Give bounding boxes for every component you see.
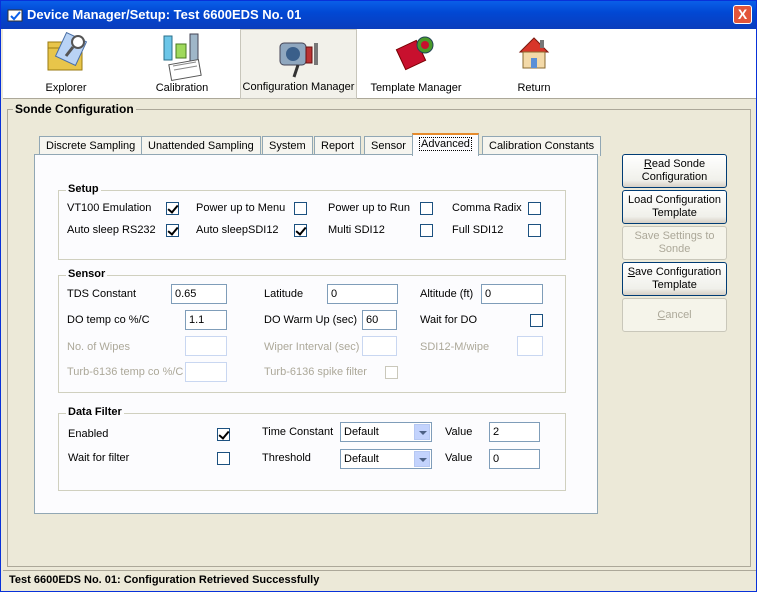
threshold-value-label: Value <box>445 452 473 464</box>
sdi12-m-wipe-label: SDI12-M/wipe <box>420 341 490 353</box>
full-sdi12-label: Full SDI12 <box>452 224 504 236</box>
tab-unattended-sampling[interactable]: Unattended Sampling <box>141 136 261 156</box>
return-icon <box>518 37 550 69</box>
toolbar-explorer-label: Explorer <box>45 82 87 94</box>
toolbar-configuration-manager[interactable]: Configuration Manager <box>240 29 357 99</box>
device-manager-window: Device Manager/Setup: Test 6600EDS No. 0… <box>0 0 757 592</box>
chevron-down-icon[interactable] <box>414 424 430 440</box>
wiper-interval-label: Wiper Interval (sec) <box>264 341 360 353</box>
close-button[interactable]: X <box>733 5 752 24</box>
turb-spike-filter-checkbox[interactable] <box>385 366 398 379</box>
toolbar: Explorer Calibration Configuration Manag… <box>3 29 756 99</box>
threshold-value-input[interactable] <box>489 449 540 469</box>
tab-report[interactable]: Report <box>314 136 362 156</box>
auto-sleep-rs232-checkbox[interactable] <box>166 224 179 237</box>
app-icon <box>7 9 23 22</box>
threshold-label: Threshold <box>262 452 311 464</box>
tab-advanced[interactable]: Advanced <box>412 133 479 156</box>
toolbar-explorer[interactable]: Explorer <box>11 29 121 99</box>
latitude-label: Latitude <box>264 288 304 300</box>
read-sonde-configuration-button[interactable]: Read Sonde Configuration <box>622 154 727 188</box>
tab-discrete-sampling[interactable]: Discrete Sampling <box>39 136 143 156</box>
power-up-run-label: Power up to Run <box>328 202 410 214</box>
window-title: Device Manager/Setup: Test 6600EDS No. 0… <box>27 7 302 22</box>
wiper-interval-input[interactable] <box>362 336 397 356</box>
tds-constant-label: TDS Constant <box>67 288 137 300</box>
vt100-emulation-checkbox[interactable] <box>166 202 179 215</box>
full-sdi12-checkbox[interactable] <box>528 224 541 237</box>
save-settings-to-sonde-button[interactable]: Save Settings to Sonde <box>622 226 727 260</box>
configuration-manager-icon <box>279 42 318 78</box>
power-up-menu-checkbox[interactable] <box>294 202 307 215</box>
toolbar-return[interactable]: Return <box>479 29 589 99</box>
do-temp-co-label: DO temp co %/C <box>67 314 150 326</box>
no-of-wipes-label: No. of Wipes <box>67 341 130 353</box>
toolbar-template-manager-label: Template Manager <box>370 82 462 94</box>
toolbar-template-manager[interactable]: Template Manager <box>361 29 471 99</box>
chevron-down-icon[interactable] <box>414 451 430 467</box>
setup-group-title: Setup <box>66 183 101 195</box>
toolbar-configuration-manager-label: Configuration Manager <box>242 81 355 93</box>
tab-system[interactable]: System <box>262 136 313 156</box>
filter-enabled-checkbox[interactable] <box>217 428 230 441</box>
time-constant-value-label: Value <box>445 426 473 438</box>
turb-temp-co-label: Turb-6136 temp co %/C <box>67 366 184 378</box>
altitude-label: Altitude (ft) <box>420 288 474 300</box>
status-bar: Test 6600EDS No. 01: Configuration Retri… <box>3 570 756 590</box>
template-manager-icon <box>395 36 434 71</box>
tab-sensor[interactable]: Sensor <box>364 136 413 156</box>
explorer-icon <box>47 32 88 71</box>
time-constant-value-input[interactable] <box>489 422 540 442</box>
turb-spike-filter-label: Turb-6136 spike filter <box>264 366 367 378</box>
do-warm-up-label: DO Warm Up (sec) <box>264 314 358 326</box>
multi-sdi12-label: Multi SDI12 <box>328 224 385 236</box>
time-constant-value: Default <box>344 426 379 438</box>
sonde-configuration-title: Sonde Configuration <box>13 102 136 116</box>
latitude-input[interactable] <box>327 284 398 304</box>
data-filter-group-title: Data Filter <box>66 406 124 418</box>
load-configuration-template-button[interactable]: Load Configuration Template <box>622 190 727 224</box>
threshold-select[interactable]: Default <box>340 449 432 469</box>
cancel-button[interactable]: Cancel <box>622 298 727 332</box>
sensor-group-title: Sensor <box>66 268 108 280</box>
comma-radix-checkbox[interactable] <box>528 202 541 215</box>
auto-sleep-rs232-label: Auto sleep RS232 <box>67 224 156 236</box>
wait-for-filter-label: Wait for filter <box>68 452 130 464</box>
turb-temp-co-input[interactable] <box>185 362 227 382</box>
tds-constant-input[interactable] <box>171 284 227 304</box>
wait-for-do-label: Wait for DO <box>420 314 478 326</box>
tab-calibration-constants[interactable]: Calibration Constants <box>482 136 602 156</box>
wait-for-do-checkbox[interactable] <box>530 314 543 327</box>
altitude-input[interactable] <box>481 284 543 304</box>
time-constant-label: Time Constant <box>262 426 334 438</box>
do-temp-co-input[interactable] <box>185 310 227 330</box>
toolbar-calibration-label: Calibration <box>155 82 209 94</box>
wait-for-filter-checkbox[interactable] <box>217 452 230 465</box>
power-up-menu-label: Power up to Menu <box>196 202 286 214</box>
toolbar-calibration[interactable]: Calibration <box>127 29 237 99</box>
auto-sleep-sdi12-label: Auto sleepSDI12 <box>196 224 279 236</box>
auto-sleep-sdi12-checkbox[interactable] <box>294 224 307 237</box>
sdi12-m-wipe-input[interactable] <box>517 336 543 356</box>
do-warm-up-input[interactable] <box>362 310 397 330</box>
threshold-value: Default <box>344 453 379 465</box>
calibration-icon <box>163 33 202 82</box>
vt100-emulation-label: VT100 Emulation <box>67 202 152 214</box>
multi-sdi12-checkbox[interactable] <box>420 224 433 237</box>
title-bar: Device Manager/Setup: Test 6600EDS No. 0… <box>1 1 756 29</box>
filter-enabled-label: Enabled <box>68 428 109 440</box>
toolbar-return-label: Return <box>517 82 551 94</box>
no-of-wipes-input[interactable] <box>185 336 227 356</box>
power-up-run-checkbox[interactable] <box>420 202 433 215</box>
save-configuration-template-button[interactable]: Save Configuration Template <box>622 262 727 296</box>
advanced-tab-panel: Setup VT100 Emulation Power up to Menu P… <box>34 154 598 514</box>
comma-radix-label: Comma Radix <box>452 202 522 214</box>
time-constant-select[interactable]: Default <box>340 422 432 442</box>
